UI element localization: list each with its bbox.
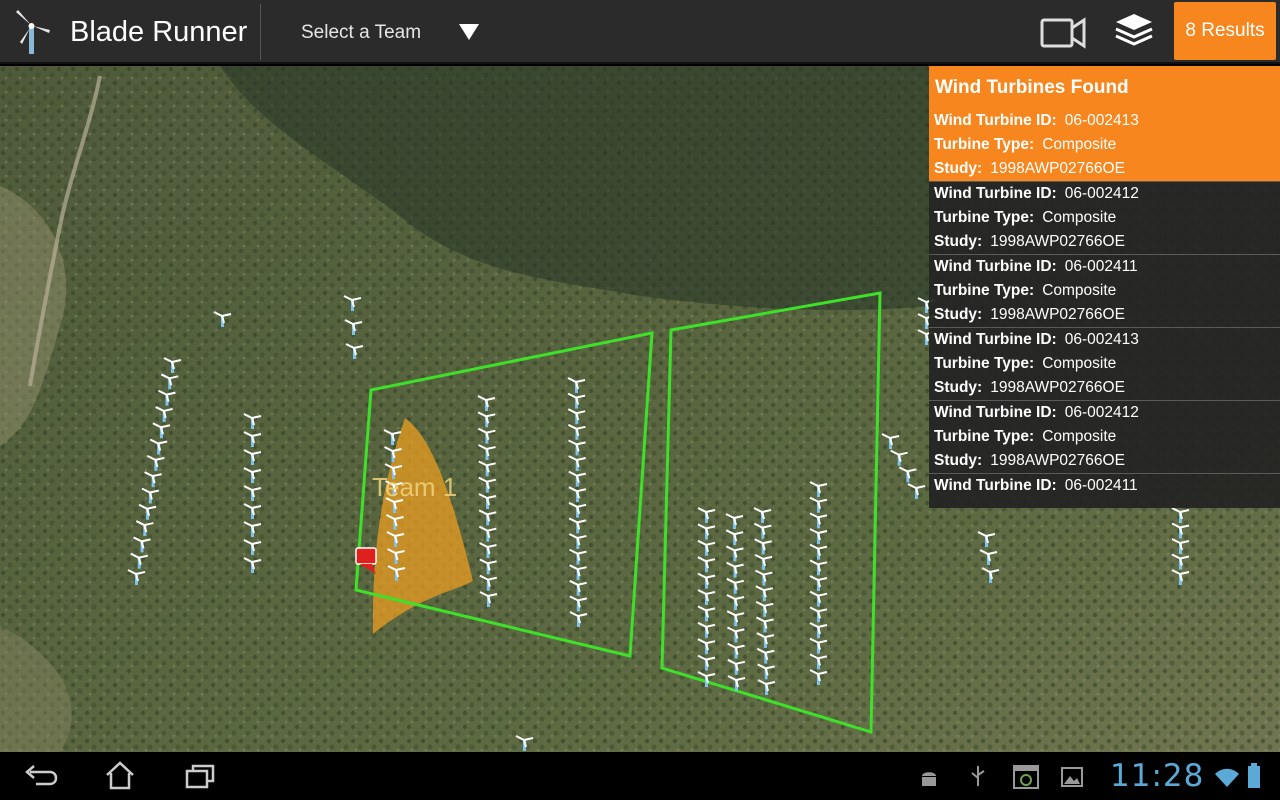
field-label: Study: — [934, 452, 983, 469]
result-field-study: Study: 1998AWP02766OE — [934, 452, 1280, 476]
result-field-type: Turbine Type: Composite — [934, 428, 1280, 452]
results-panel-title: Wind Turbines Found — [929, 66, 1280, 109]
team-label: Team 1 — [372, 472, 457, 502]
field-value: 1998AWP02766OE — [990, 306, 1125, 323]
field-value: Composite — [1042, 136, 1117, 153]
field-label: Turbine Type: — [934, 428, 1035, 445]
home-icon[interactable] — [104, 760, 136, 792]
clock: 11:28 — [1110, 758, 1205, 794]
system-navigation-bar: 11:28 — [0, 752, 1280, 800]
layers-icon[interactable] — [1110, 10, 1158, 54]
field-value: 06-002413 — [1064, 112, 1139, 129]
result-field-id: Wind Turbine ID: 06-002411 — [934, 477, 1280, 501]
field-label: Wind Turbine ID: — [934, 185, 1057, 202]
recent-apps-icon[interactable] — [184, 762, 218, 790]
result-field-study: Study: 1998AWP02766OE — [934, 160, 1280, 184]
divider — [260, 4, 261, 60]
result-field-type: Turbine Type: Composite — [934, 209, 1280, 233]
dropdown-caret-icon — [459, 24, 479, 40]
field-label: Turbine Type: — [934, 355, 1035, 372]
app-title: Blade Runner — [70, 16, 248, 48]
field-label: Study: — [934, 379, 983, 396]
result-field-type: Turbine Type: Composite — [934, 355, 1280, 379]
field-label: Study: — [934, 306, 983, 323]
wifi-icon — [1215, 768, 1239, 787]
field-value: 1998AWP02766OE — [990, 452, 1125, 469]
gallery-icon — [1061, 767, 1083, 787]
field-label: Wind Turbine ID: — [934, 112, 1057, 129]
field-label: Study: — [934, 233, 983, 250]
team-select-label: Select a Team — [301, 22, 422, 43]
result-field-id: Wind Turbine ID: 06-002411 — [934, 258, 1280, 282]
result-field-type: Turbine Type: Composite — [934, 136, 1280, 160]
field-value: 06-002412 — [1064, 404, 1139, 421]
field-label: Turbine Type: — [934, 209, 1035, 226]
field-value: Composite — [1042, 209, 1117, 226]
field-value: Composite — [1042, 355, 1117, 372]
battery-icon — [1248, 763, 1260, 788]
field-label: Turbine Type: — [934, 136, 1035, 153]
field-label: Wind Turbine ID: — [934, 331, 1057, 348]
screenshot-icon — [1013, 765, 1039, 789]
field-value: 1998AWP02766OE — [990, 160, 1125, 177]
field-value: 06-002411 — [1064, 477, 1138, 494]
field-value: Composite — [1042, 282, 1117, 299]
results-list: Wind Turbine ID: 06-002413 Turbine Type: Co… — [929, 109, 1280, 504]
result-item[interactable]: Wind Turbine ID: 06-002413 Turbine Type: Co… — [929, 109, 1280, 182]
result-field-id: Wind Turbine ID: 06-002413 — [934, 331, 1280, 355]
usb-icon — [971, 766, 985, 786]
field-value: 06-002413 — [1064, 331, 1139, 348]
result-item[interactable]: Wind Turbine ID: 06-002411 — [929, 474, 1280, 504]
field-value: Composite — [1042, 428, 1117, 445]
field-label: Study: — [934, 160, 983, 177]
result-field-type: Turbine Type: Composite — [934, 282, 1280, 306]
result-field-id: Wind Turbine ID: 06-002412 — [934, 404, 1280, 428]
field-value: 06-002411 — [1064, 258, 1138, 275]
result-field-id: Wind Turbine ID: 06-002413 — [934, 112, 1280, 136]
result-item[interactable]: Wind Turbine ID: 06-002412 Turbine Type: Co… — [929, 182, 1280, 255]
results-button[interactable]: 8 Results — [1174, 2, 1276, 60]
result-item[interactable]: Wind Turbine ID: 06-002413 Turbine Type: Co… — [929, 328, 1280, 401]
field-label: Wind Turbine ID: — [934, 404, 1057, 421]
video-camera-icon[interactable] — [1038, 10, 1090, 54]
result-field-id: Wind Turbine ID: 06-002412 — [934, 185, 1280, 209]
field-value: 06-002412 — [1064, 185, 1139, 202]
result-item[interactable]: Wind Turbine ID: 06-002411 Turbine Type: Co… — [929, 255, 1280, 328]
field-label: Wind Turbine ID: — [934, 258, 1057, 275]
back-icon[interactable] — [22, 762, 58, 790]
field-value: 1998AWP02766OE — [990, 233, 1125, 250]
results-panel: Wind Turbines Found Wind Turbine ID: 06-0… — [929, 66, 1280, 508]
field-label: Wind Turbine ID: — [934, 477, 1057, 494]
result-field-study: Study: 1998AWP02766OE — [934, 306, 1280, 330]
result-field-study: Study: 1998AWP02766OE — [934, 379, 1280, 403]
action-bar: Blade Runner Select a Team 8 Results — [0, 0, 1280, 64]
result-item[interactable]: Wind Turbine ID: 06-002412 Turbine Type: Co… — [929, 401, 1280, 474]
team-select-dropdown[interactable]: Select a Team — [284, 8, 494, 56]
field-label: Turbine Type: — [934, 282, 1035, 299]
android-debug-icon — [922, 772, 936, 786]
field-value: 1998AWP02766OE — [990, 379, 1125, 396]
wind-turbine-icon[interactable] — [10, 8, 54, 56]
result-field-study: Study: 1998AWP02766OE — [934, 233, 1280, 257]
